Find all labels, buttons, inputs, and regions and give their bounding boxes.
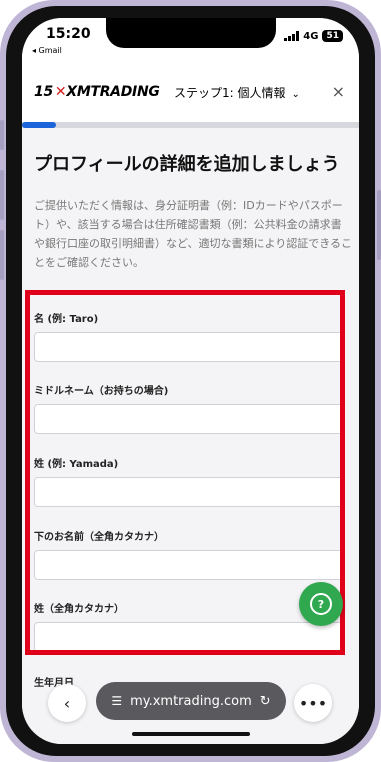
network-label: 4G — [303, 30, 319, 42]
battery-icon: 51 — [322, 30, 343, 42]
power-button — [377, 190, 381, 260]
step-label: ステップ1: 個人情報 — [174, 86, 286, 100]
address-bar[interactable]: ☰ my.xmtrading.com ↻ — [96, 682, 286, 720]
screen: 15:20 ◂ Gmail 4G 51 15 ✕XMTRADING ステップ1: … — [22, 18, 359, 744]
browser-toolbar: ‹ ☰ my.xmtrading.com ↻ ••• — [22, 678, 359, 744]
page-description: ご提供いただく情報は、身分証明書（例：IDカードやパスポート）や、該当する場合は… — [34, 199, 353, 269]
close-button[interactable]: × — [332, 82, 345, 101]
browser-more-button[interactable]: ••• — [294, 684, 332, 722]
more-icon: ••• — [298, 693, 328, 713]
status-icons: 4G 51 — [284, 30, 343, 42]
tabs-icon: ☰ — [111, 694, 123, 708]
help-chat-button[interactable]: ? — [299, 582, 343, 626]
home-indicator — [132, 732, 250, 736]
middle-name-label: ミドルネーム（お持ちの場合) — [34, 386, 169, 397]
logo-mark-icon: ✕ — [54, 84, 67, 100]
page-header: 15 ✕XMTRADING ステップ1: 個人情報 ⌄ × — [22, 64, 359, 122]
last-name-kana-label: 姓（全角カタカナ） — [34, 604, 124, 615]
first-name-label: 名 (例: Taro) — [34, 314, 99, 325]
xmtrading-logo[interactable]: 15 ✕XMTRADING — [34, 84, 160, 100]
volume-up-button — [0, 170, 4, 220]
chevron-down-icon: ⌄ — [291, 89, 300, 100]
status-time: 15:20 — [46, 26, 91, 42]
logo-text: XMTRADING — [66, 84, 160, 100]
help-icon: ? — [310, 593, 332, 615]
reload-icon[interactable]: ↻ — [260, 694, 271, 709]
logo-years: 15 — [34, 84, 53, 100]
last-name-kana-input[interactable] — [34, 622, 344, 652]
step-dropdown[interactable]: ステップ1: 個人情報 ⌄ — [174, 84, 300, 101]
browser-back-button[interactable]: ‹ — [48, 684, 86, 722]
back-to-app-link[interactable]: ◂ Gmail — [32, 46, 62, 55]
url-text: my.xmtrading.com — [130, 693, 252, 709]
volume-down-button — [0, 230, 4, 280]
signal-icon — [284, 31, 300, 41]
chevron-left-icon: ‹ — [63, 693, 71, 713]
page-title: プロフィールの詳細を追加しましょう — [34, 154, 340, 175]
first-name-input[interactable] — [34, 332, 344, 362]
first-name-kana-label: 下のお名前（全角カタカナ） — [34, 532, 164, 543]
dynamic-island — [106, 18, 276, 48]
middle-name-input[interactable] — [34, 404, 344, 434]
first-name-kana-input[interactable] — [34, 550, 344, 580]
phone-frame: 15:20 ◂ Gmail 4G 51 15 ✕XMTRADING ステップ1: … — [0, 0, 381, 762]
last-name-input[interactable] — [34, 477, 344, 507]
silent-switch — [0, 120, 4, 150]
last-name-label: 姓 (例: Yamada) — [34, 459, 119, 470]
main-content: プロフィールの詳細を追加しましょう ご提供いただく情報は、身分証明書（例：IDカ… — [22, 128, 359, 744]
status-bar: 15:20 ◂ Gmail 4G 51 — [22, 18, 359, 64]
